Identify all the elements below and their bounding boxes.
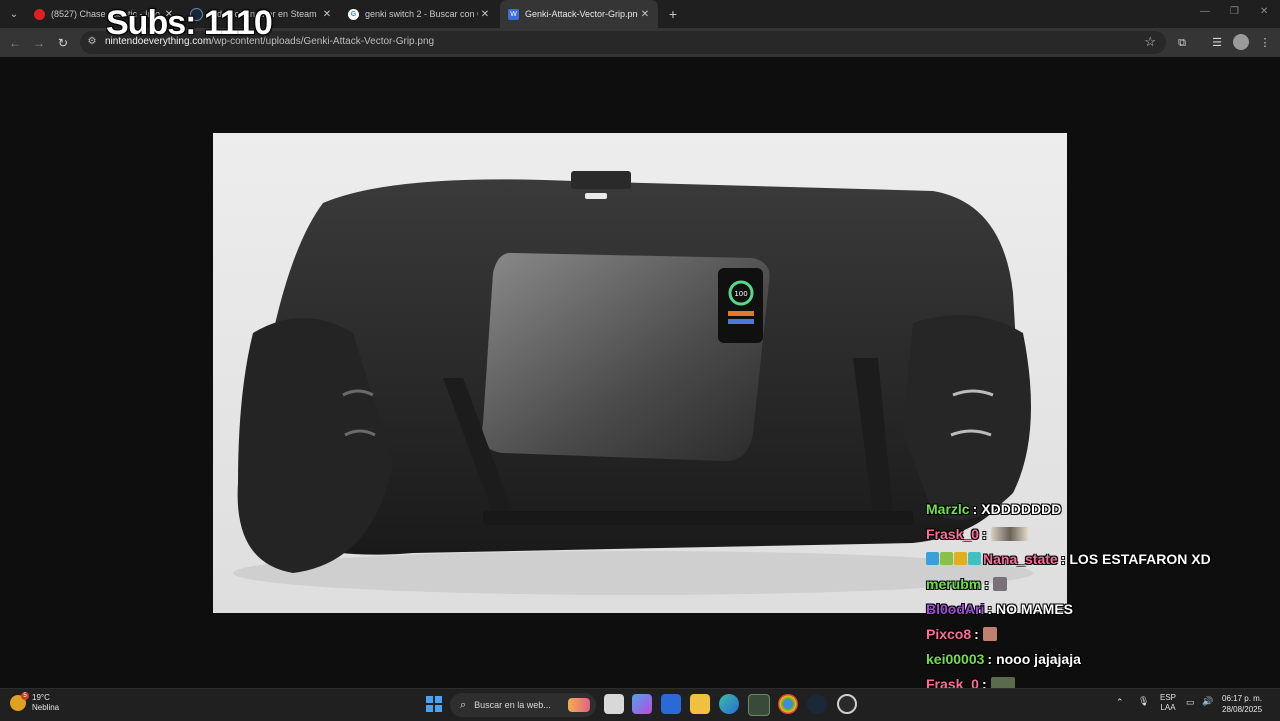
chat-message: merubm :: [926, 571, 1266, 596]
chat-username: Frask_0: [926, 525, 979, 542]
tab-search-chevron-icon[interactable]: ⌄: [4, 4, 24, 24]
windows-taskbar: 5 19°C Neblina ⌕ Buscar en la web... ⌃ 🎙…: [0, 688, 1280, 721]
search-icon: ⌕: [460, 698, 467, 711]
file-explorer-icon[interactable]: [690, 694, 710, 714]
site-info-icon[interactable]: ⚙: [86, 36, 98, 48]
chat-text: nooo jajajaja: [996, 650, 1081, 667]
network-icon[interactable]: ▭: [1186, 697, 1195, 708]
menu-kebab-icon[interactable]: ⋮: [1256, 34, 1274, 52]
chat-emote: [992, 576, 1007, 591]
reload-icon[interactable]: ↻: [54, 34, 72, 52]
tab-image[interactable]: W Genki-Attack-Vector-Grip.png ✕: [500, 0, 658, 28]
extensions-icon[interactable]: ⧉: [1173, 34, 1191, 52]
weather-badge: 5: [21, 692, 29, 700]
new-tab-button[interactable]: +: [664, 5, 682, 23]
obs-icon[interactable]: [837, 694, 857, 714]
xbox-icon[interactable]: [748, 694, 770, 716]
svg-text:100: 100: [734, 290, 747, 298]
weather-desc: Neblina: [32, 703, 60, 712]
start-button[interactable]: [426, 696, 442, 712]
badge-icon: [940, 552, 953, 565]
subs-counter: Subs: 1110: [106, 4, 273, 42]
chat-text: LOS ESTAFARON XD: [1069, 550, 1211, 567]
chat-message: Pixco8 :: [926, 621, 1266, 646]
chat-separator: :: [972, 500, 978, 517]
weather-icon: 5: [10, 692, 29, 711]
tab-google-search[interactable]: G genki switch 2 - Buscar con Google ✕: [340, 0, 498, 28]
google-favicon-icon: G: [348, 8, 359, 20]
back-icon[interactable]: ←: [6, 34, 24, 52]
chat-message: Bl0odAri : NO MAMES: [926, 596, 1266, 621]
store-icon[interactable]: [661, 694, 681, 714]
profile-avatar[interactable]: [1233, 34, 1249, 50]
taskbar-search-placeholder: Buscar en la web...: [474, 700, 551, 710]
tab-title: Genki-Attack-Vector-Grip.png: [525, 9, 638, 19]
close-tab-icon[interactable]: ✕: [638, 9, 652, 20]
search-highlight-icon: [568, 698, 590, 712]
task-view-icon[interactable]: [604, 694, 624, 714]
bookmark-star-icon[interactable]: ☆: [1144, 34, 1156, 50]
close-tab-icon[interactable]: ✕: [320, 9, 334, 20]
chat-username: merubm: [926, 575, 982, 592]
minimize-icon[interactable]: —: [1200, 6, 1210, 17]
tray-expand-icon[interactable]: ⌃: [1116, 697, 1124, 708]
tab-title: genki switch 2 - Buscar con Google: [365, 9, 478, 19]
forward-icon[interactable]: →: [30, 34, 48, 52]
volume-icon[interactable]: 🔊: [1202, 696, 1213, 707]
chat-username: Bl0odAri: [926, 600, 985, 617]
chat-separator: :: [1060, 550, 1066, 567]
badge-icon: [926, 552, 939, 565]
close-tab-icon[interactable]: ✕: [478, 9, 492, 20]
chat-separator: :: [987, 650, 993, 667]
chat-message: Marzlc : XDDDDDDD: [926, 496, 1266, 521]
system-clock[interactable]: 06:17 p. m. 28/08/2025: [1222, 693, 1262, 715]
badge-icon: [968, 552, 981, 565]
chat-separator: :: [984, 575, 989, 592]
stream-chat: Marzlc : XDDDDDDD Frask_0 : Nana_state :…: [926, 496, 1266, 696]
microphone-icon[interactable]: 🎙: [1138, 696, 1149, 707]
weather-temp: 19°C: [32, 693, 50, 702]
chat-emote: [982, 626, 997, 641]
chat-username: kei00003: [926, 650, 985, 667]
chat-separator: :: [981, 525, 987, 542]
language-indicator[interactable]: ESP LAA: [1160, 693, 1176, 713]
chat-username: Nana_state: [983, 550, 1058, 567]
steam-icon[interactable]: [807, 694, 827, 714]
badge-icon: [954, 552, 967, 565]
image-favicon-icon: W: [508, 8, 519, 20]
chat-message: Frask_0 :: [926, 521, 1266, 546]
taskbar-search[interactable]: ⌕ Buscar en la web...: [450, 693, 596, 717]
chat-text: XDDDDDDD: [981, 500, 1062, 517]
chat-message: kei00003 : nooo jajajaja: [926, 646, 1266, 671]
chat-text: NO MAMES: [996, 600, 1074, 617]
chat-separator: :: [974, 625, 979, 642]
weather-widget[interactable]: 5 19°C Neblina: [10, 692, 60, 713]
chat-badges: [926, 552, 981, 565]
close-window-icon[interactable]: ✕: [1260, 6, 1268, 17]
chat-username: Marzlc: [926, 500, 970, 517]
chat-emote: [990, 526, 1029, 541]
youtube-favicon-icon: [34, 8, 45, 20]
chrome-icon[interactable]: [778, 694, 798, 714]
chat-username: Pixco8: [926, 625, 972, 642]
chat-message: Nana_state : LOS ESTAFARON XD: [926, 546, 1266, 571]
chat-separator: :: [987, 600, 993, 617]
maximize-icon[interactable]: ❐: [1230, 6, 1239, 17]
copilot-icon[interactable]: [632, 694, 652, 714]
reading-list-icon[interactable]: ☰: [1208, 34, 1226, 52]
edge-icon[interactable]: [719, 694, 739, 714]
